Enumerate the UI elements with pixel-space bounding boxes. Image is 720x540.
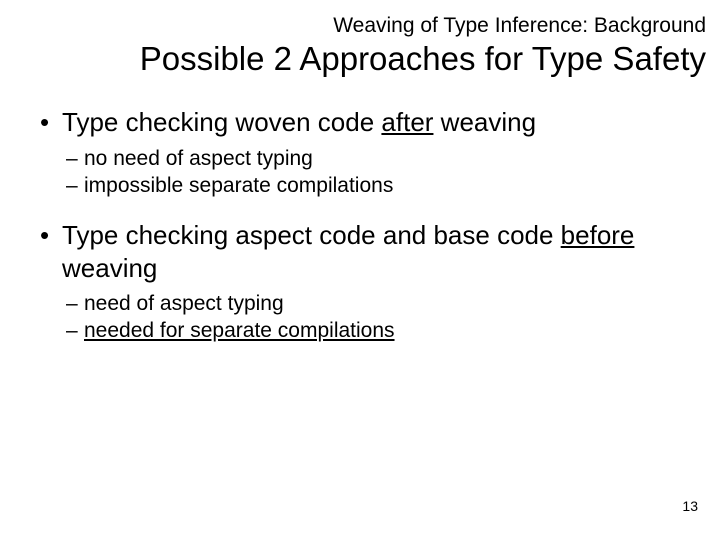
page-title: Possible 2 Approaches for Type Safety (14, 40, 706, 78)
bullet-1-post: weaving (433, 107, 536, 137)
sub-item: need of aspect typing (66, 290, 706, 317)
bullet-1-underline: after (381, 107, 433, 137)
bullet-1: Type checking woven code after weaving (40, 106, 706, 139)
sub-item-text: impossible separate compilations (84, 174, 393, 197)
bullet-2-sub: need of aspect typing needed for separat… (40, 290, 706, 345)
bullet-2: Type checking aspect code and base code … (40, 219, 706, 284)
bullet-2-post: weaving (62, 253, 157, 283)
bullet-1-pre: Type checking woven code (62, 107, 381, 137)
bullet-1-sub: no need of aspect typing impossible sepa… (40, 145, 706, 200)
bullet-2-underline: before (561, 220, 635, 250)
sub-item-text: need of aspect typing (84, 292, 284, 315)
sub-item: no need of aspect typing (66, 145, 706, 172)
sub-item-text: needed for separate compilations (84, 319, 395, 342)
bullet-list: Type checking woven code after weaving n… (14, 106, 706, 345)
bullet-2-pre: Type checking aspect code and base code (62, 220, 561, 250)
page-number: 13 (682, 498, 698, 514)
sub-item: needed for separate compilations (66, 317, 706, 344)
sub-item: impossible separate compilations (66, 172, 706, 199)
sub-item-text: no need of aspect typing (84, 147, 313, 170)
section-label: Weaving of Type Inference: Background (14, 14, 706, 38)
